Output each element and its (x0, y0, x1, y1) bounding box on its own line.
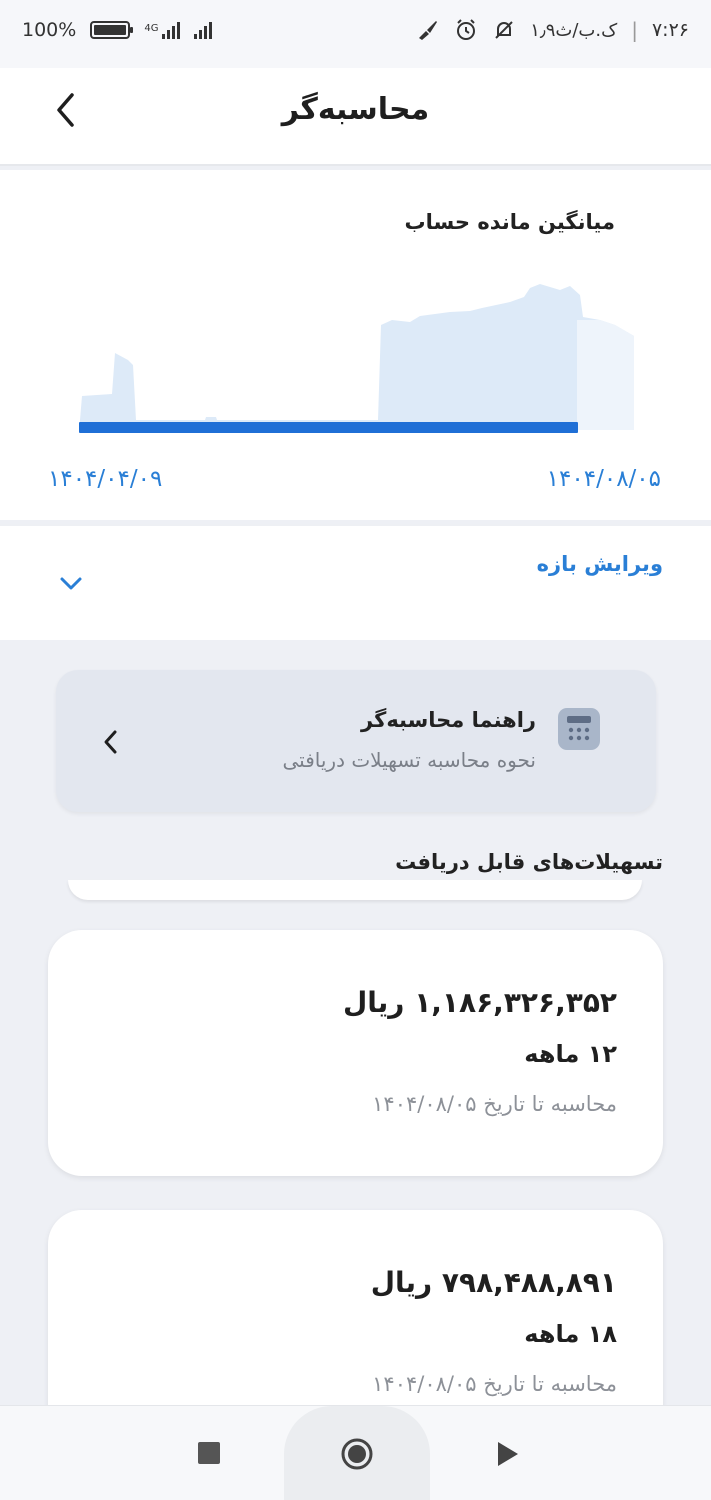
square-stop-icon[interactable] (198, 1442, 220, 1464)
status-divider: | (631, 18, 638, 42)
loan-term: ۱۲ ماهه (524, 1040, 617, 1068)
circle-home-icon[interactable] (340, 1437, 374, 1471)
page-title: محاسبه‌گر (281, 92, 430, 127)
guide-subtitle: نحوه محاسبه تسهیلات دریافتی (282, 748, 536, 772)
triangle-back-icon[interactable] (496, 1441, 520, 1467)
loan-amount: ۱,۱۸۶,۳۲۶,۳۵۲ ریال (342, 986, 617, 1019)
clock: ۷:۲۶ (651, 19, 689, 41)
status-left: 100% 4G (22, 19, 213, 41)
signal-icon-2 (194, 21, 213, 39)
card-edge-decoration (68, 880, 642, 900)
loan-date: محاسبه تا تاریخ ۱۴۰۴/۰۸/۰۵ (372, 1372, 617, 1396)
brush-icon (419, 21, 438, 40)
chart-start-date: ۱۴۰۴/۰۴/۰۹ (48, 466, 163, 492)
loan-term: ۱۸ ماهه (524, 1320, 617, 1348)
app-screen: 100% 4G ۱٫۹ک.ب/ث (0, 0, 711, 1500)
edit-range-section: ویرایش بازه (0, 524, 711, 640)
network-type: 4G (144, 23, 159, 34)
loan-card[interactable]: ۱,۱۸۶,۳۲۶,۳۵۲ ریال ۱۲ ماهه محاسبه تا تار… (48, 930, 663, 1176)
signal-icon (162, 21, 181, 39)
guide-title: راهنما محاسبه‌گر (361, 708, 536, 732)
chart-end-date: ۱۴۰۴/۰۸/۰۵ (546, 466, 661, 492)
edit-range-button[interactable]: ویرایش بازه (537, 552, 663, 576)
loans-section-heading: تسهیلات‌های قابل دریافت (395, 850, 663, 874)
chevron-left-icon (104, 730, 117, 754)
system-nav-bar (0, 1405, 711, 1500)
balance-chart[interactable] (0, 170, 711, 470)
calculator-guide-card[interactable]: راهنما محاسبه‌گر نحوه محاسبه تسهیلات دری… (56, 670, 656, 812)
battery-icon (90, 21, 134, 39)
network-speed: ۱٫۹ک.ب/ث (530, 19, 618, 41)
loan-amount: ۷۹۸,۴۸۸,۸۹۱ ریال (370, 1266, 617, 1299)
alarm-icon (457, 19, 476, 40)
status-bar: 100% 4G ۱٫۹ک.ب/ث | ۷:۲۶ (0, 0, 711, 68)
loan-date: محاسبه تا تاریخ ۱۴۰۴/۰۸/۰۵ (372, 1092, 617, 1116)
chevron-down-icon[interactable] (58, 574, 84, 594)
calculator-icon (558, 708, 600, 750)
chart-area-faded (577, 320, 634, 430)
app-header: محاسبه‌گر (0, 68, 711, 166)
mute-bell-icon (495, 21, 513, 39)
chart-area (80, 284, 634, 430)
chart-selected-range (79, 422, 578, 433)
status-right: ۱٫۹ک.ب/ث | ۷:۲۶ (416, 18, 689, 42)
battery-percent: 100% (22, 19, 77, 41)
balance-chart-section: میانگین مانده حساب ۱۴۰۴/۰۴/۰۹ ۱۴۰۴/۰۸/۰۵ (0, 170, 711, 520)
